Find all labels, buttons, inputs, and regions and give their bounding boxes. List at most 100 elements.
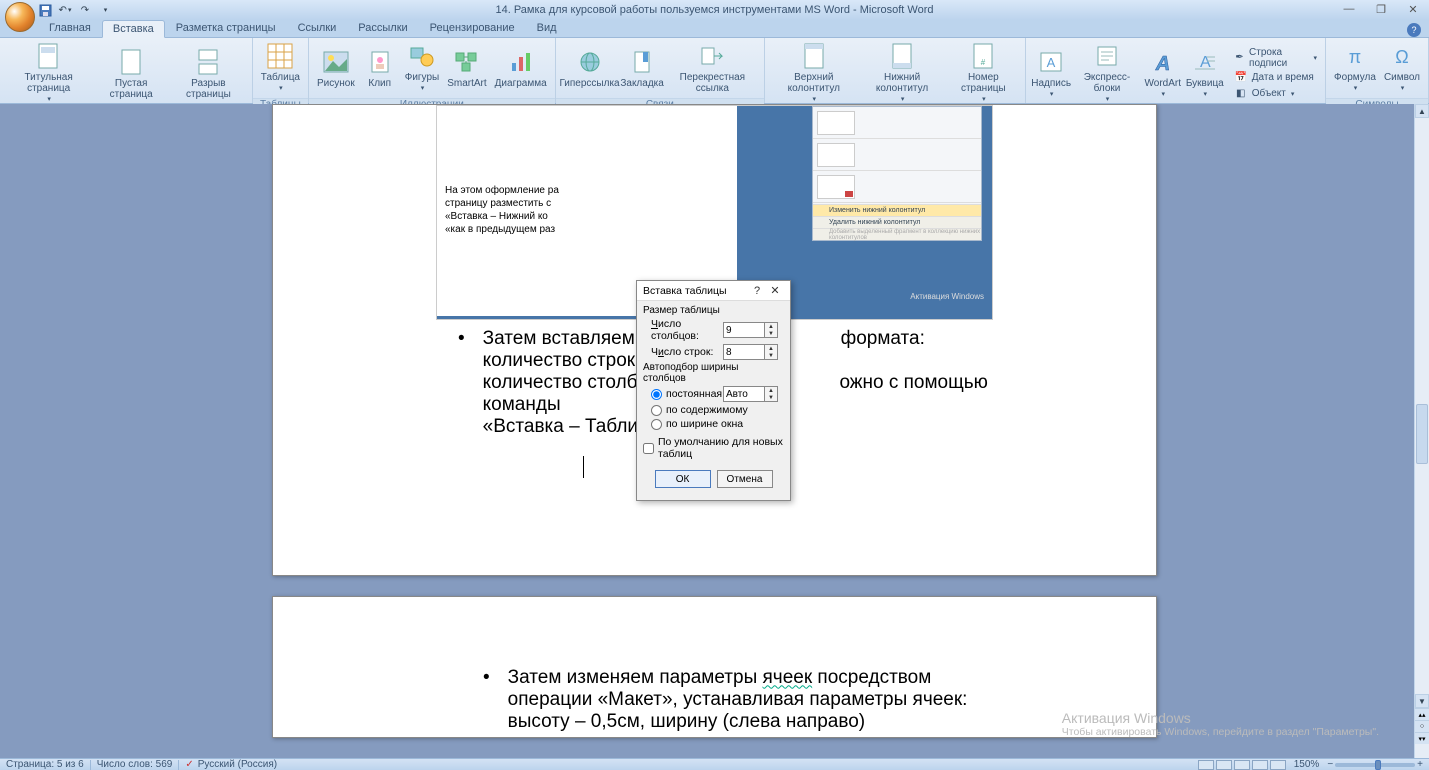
object-button[interactable]: ◧Объект▾ — [1230, 86, 1321, 102]
minimize-button[interactable]: — — [1337, 2, 1361, 16]
table-button[interactable]: Таблица▾ — [257, 40, 304, 96]
dialog-titlebar[interactable]: Вставка таблицы ? ✕ — [637, 281, 790, 301]
text: «Вставка – Нижний ко — [445, 211, 548, 222]
view-draft[interactable] — [1270, 760, 1286, 770]
language-indicator[interactable]: Русский (Россия) — [198, 759, 277, 770]
office-button[interactable] — [5, 2, 35, 32]
columns-label: Число столбцов: — [643, 318, 719, 342]
scroll-up-button[interactable]: ▲ — [1415, 104, 1429, 118]
remember-checkbox[interactable] — [643, 443, 654, 454]
chart-button[interactable]: Диаграмма — [491, 46, 551, 91]
view-web-layout[interactable] — [1234, 760, 1250, 770]
signature-line-button[interactable]: ✒Строка подписи▾ — [1230, 46, 1321, 70]
pagenum-button[interactable]: #Номер страницы▾ — [946, 40, 1022, 107]
prev-page-button[interactable]: ▴▴ — [1415, 708, 1429, 720]
rows-spinner[interactable]: ▲▼ — [765, 344, 778, 360]
vertical-scrollbar[interactable]: ▲ ▴▴ ○ ▾▾ ▼ — [1414, 104, 1429, 758]
page-break-button[interactable]: Разрыв страницы — [169, 46, 248, 102]
svg-text:A: A — [1155, 53, 1170, 74]
cover-page-button[interactable]: Титульная страница▾ — [4, 40, 93, 107]
zoom-slider[interactable] — [1335, 763, 1415, 767]
embedded-footer-menu: Изменить нижний колонтитул Удалить нижни… — [812, 106, 982, 241]
dropcap-button[interactable]: AБуквица▾ — [1184, 46, 1226, 102]
label: Номер страницы — [950, 72, 1018, 94]
tab-review[interactable]: Рецензирование — [419, 19, 526, 37]
close-button[interactable]: ✕ — [1401, 2, 1425, 16]
clip-button[interactable]: Клип — [359, 46, 401, 91]
symbol-button[interactable]: ΩСимвол▾ — [1380, 40, 1424, 96]
shapes-button[interactable]: Фигуры▾ — [401, 40, 443, 96]
footer-button[interactable]: Нижний колонтитул▾ — [859, 40, 946, 107]
dialog-close-button[interactable]: ✕ — [766, 284, 784, 298]
page-break-icon — [193, 48, 223, 76]
section-label: Автоподбор ширины столбцов — [643, 362, 784, 384]
word-count[interactable]: Число слов: 569 — [97, 759, 173, 770]
tab-layout[interactable]: Разметка страницы — [165, 19, 287, 37]
smartart-button[interactable]: SmartArt — [443, 46, 490, 91]
chart-icon — [506, 48, 536, 76]
label: Перекрестная ссылка — [669, 72, 756, 94]
qat-more-icon[interactable]: ▾ — [96, 2, 114, 18]
cancel-button[interactable]: Отмена — [717, 470, 773, 488]
crossref-button[interactable]: Перекрестная ссылка — [665, 40, 760, 96]
equation-button[interactable]: πФормула▾ — [1330, 40, 1380, 96]
shapes-icon — [407, 42, 437, 70]
textbox-button[interactable]: AНадпись▾ — [1030, 46, 1072, 102]
tab-home[interactable]: Главная — [38, 19, 102, 37]
picture-button[interactable]: Рисунок — [313, 46, 359, 91]
dialog-help-button[interactable]: ? — [748, 284, 766, 298]
view-outline[interactable] — [1252, 760, 1268, 770]
hyperlink-button[interactable]: Гиперссылка — [560, 46, 620, 91]
fixed-width-spinner[interactable]: ▲▼ — [765, 386, 778, 402]
textbox-icon: A — [1036, 48, 1066, 76]
label: WordArt — [1145, 78, 1182, 89]
browse-object-button[interactable]: ○ — [1415, 720, 1429, 732]
fixed-width-input[interactable] — [723, 386, 765, 402]
ok-button[interactable]: ОК — [655, 470, 711, 488]
label: Буквица — [1186, 78, 1224, 89]
tab-references[interactable]: Ссылки — [287, 19, 348, 37]
bookmark-button[interactable]: Закладка — [619, 46, 664, 91]
columns-spinner[interactable]: ▲▼ — [765, 322, 778, 338]
zoom-out-button[interactable]: − — [1327, 759, 1333, 770]
tab-insert[interactable]: Вставка — [102, 20, 165, 38]
zoom-slider-thumb[interactable] — [1375, 760, 1381, 770]
fixed-width-radio[interactable] — [651, 389, 662, 400]
autofit-content-radio[interactable] — [651, 405, 662, 416]
clip-icon — [365, 48, 395, 76]
zoom-level[interactable]: 150% — [1294, 759, 1320, 770]
quickparts-button[interactable]: Экспресс-блоки▾ — [1072, 40, 1142, 107]
scroll-thumb[interactable] — [1416, 404, 1428, 464]
undo-icon[interactable]: ↶▾ — [56, 2, 74, 18]
header-button[interactable]: Верхний колонтитул▾ — [769, 40, 859, 107]
view-full-screen[interactable] — [1216, 760, 1232, 770]
wordart-button[interactable]: AWordArt▾ — [1142, 46, 1184, 102]
hyperlink-icon — [575, 48, 605, 76]
save-icon[interactable] — [36, 2, 54, 18]
next-page-button[interactable]: ▾▾ — [1415, 732, 1429, 744]
ribbon: Титульная страница▾ Пустая страница Разр… — [0, 38, 1429, 104]
columns-input[interactable] — [723, 322, 765, 338]
page[interactable]: Затем изменяем параметры ячеек посредств… — [272, 596, 1157, 738]
blank-page-button[interactable]: Пустая страница — [93, 46, 169, 102]
help-icon[interactable]: ? — [1407, 23, 1421, 37]
radio-label: по ширине окна — [666, 418, 743, 430]
maximize-button[interactable]: ❐ — [1369, 2, 1393, 16]
tab-mailings[interactable]: Рассылки — [347, 19, 418, 37]
zoom-in-button[interactable]: + — [1417, 759, 1423, 770]
label: Верхний колонтитул — [773, 72, 855, 94]
smartart-icon — [452, 48, 482, 76]
tab-view[interactable]: Вид — [526, 19, 568, 37]
group-text: AНадпись▾ Экспресс-блоки▾ AWordArt▾ AБук… — [1026, 38, 1326, 103]
redo-icon[interactable]: ↷ — [76, 2, 94, 18]
scroll-down-button[interactable]: ▼ — [1415, 694, 1429, 708]
autofit-window-radio[interactable] — [651, 419, 662, 430]
label: Диаграмма — [495, 78, 547, 89]
blank-page-icon — [116, 48, 146, 76]
datetime-button[interactable]: 📅Дата и время — [1230, 70, 1321, 86]
rows-input[interactable] — [723, 344, 765, 360]
view-print-layout[interactable] — [1198, 760, 1214, 770]
proofing-icon[interactable]: ✓ — [185, 759, 193, 770]
page-indicator[interactable]: Страница: 5 из 6 — [6, 759, 84, 770]
group-headers: Верхний колонтитул▾ Нижний колонтитул▾ #… — [765, 38, 1026, 103]
